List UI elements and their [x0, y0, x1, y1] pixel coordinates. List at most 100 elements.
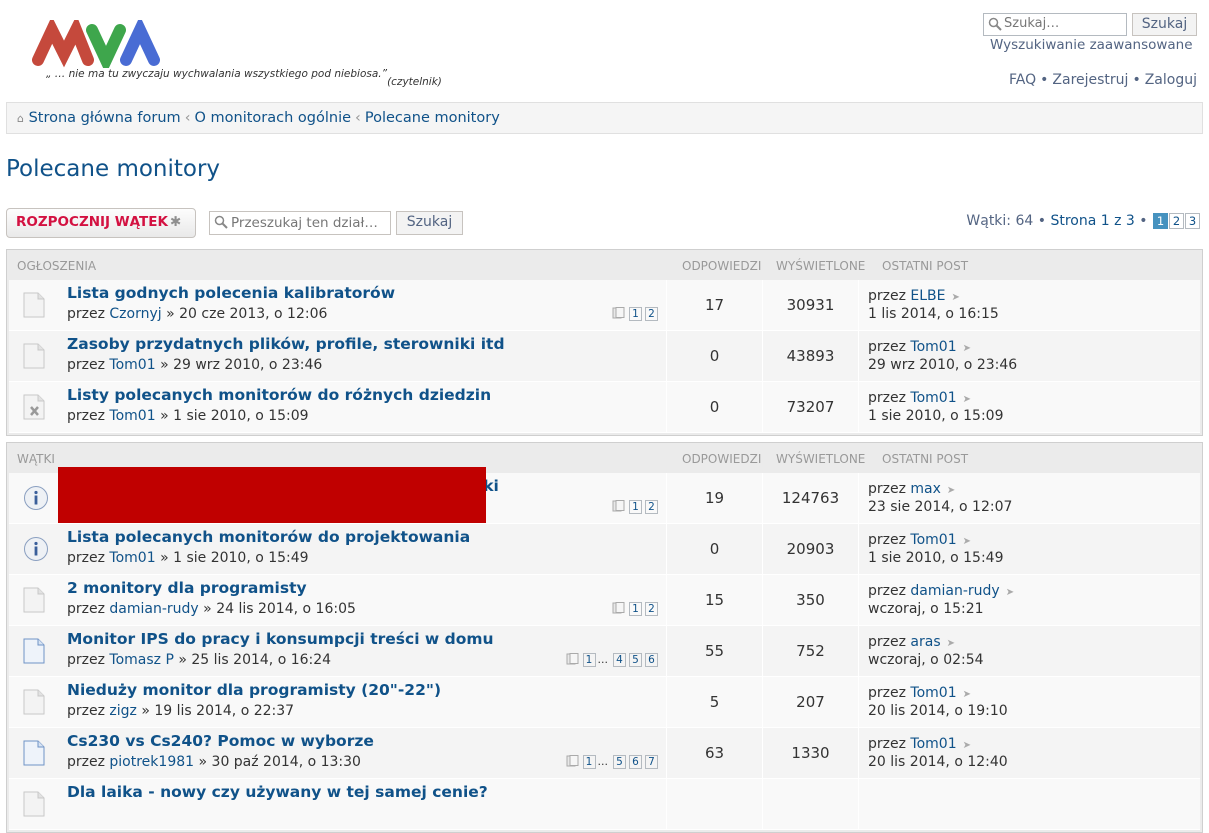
site-logo[interactable]	[30, 20, 170, 68]
document-blue-icon	[23, 740, 45, 770]
new-topic-button[interactable]: ROZPOCZNIJ WĄTEK ✱	[6, 208, 196, 238]
go-to-last-post-icon[interactable]: ➤	[963, 689, 971, 700]
topic-meta: przez Czornyj » 20 cze 2013, o 12:06	[67, 306, 328, 322]
topic-author-link[interactable]: Tom01	[109, 408, 155, 424]
topic-page-link[interactable]: 1	[629, 602, 642, 616]
last-post-author-link[interactable]: Tom01	[910, 339, 956, 355]
topic-page-link[interactable]: 1	[582, 755, 596, 769]
login-link[interactable]: Zaloguj	[1145, 72, 1197, 88]
document-blue-icon	[23, 638, 45, 668]
go-to-last-post-icon[interactable]: ➤	[963, 394, 971, 405]
breadcrumb-category[interactable]: O monitorach ogólnie	[195, 110, 352, 126]
last-post-author-link[interactable]: aras	[910, 634, 940, 650]
topic-author-link[interactable]: Tom01	[109, 357, 155, 373]
topic-title-link[interactable]: Dla laika - nowy czy używany w tej samej…	[67, 783, 488, 801]
topic-meta: przez Tomasz P » 25 lis 2014, o 16:24	[67, 652, 332, 668]
advanced-search-link[interactable]: Wyszukiwanie zaawansowane	[990, 37, 1193, 53]
last-post-author-link[interactable]: ELBE	[910, 288, 945, 304]
go-to-last-post-icon[interactable]: ➤	[952, 292, 960, 303]
topic-row: Nieduży monitor dla programisty (20"-22"…	[9, 677, 1200, 728]
topic-author-link[interactable]: zigz	[109, 703, 136, 719]
last-post: przez aras ➤ wczoraj, o 02:54	[858, 626, 984, 676]
document-icon	[23, 791, 45, 821]
topic-title-link[interactable]: Lista polecanych monitorów do projektowa…	[67, 528, 470, 546]
document-icon	[23, 587, 45, 617]
last-post-author-link[interactable]: max	[910, 481, 941, 497]
last-post-column-header: OSTATNI POST	[882, 259, 969, 273]
page-title[interactable]: Polecane monitory	[6, 156, 220, 182]
replies-count: 15	[666, 575, 762, 625]
document-icon	[23, 689, 45, 719]
topic-page-link[interactable]: 1	[629, 307, 642, 321]
tagline-source: (czytelnik)	[387, 76, 442, 88]
faq-link[interactable]: FAQ	[1009, 72, 1036, 88]
go-to-last-post-icon[interactable]: ➤	[947, 485, 955, 496]
page-jump-link[interactable]: Strona 1 z 3	[1050, 213, 1134, 229]
go-to-last-post-icon[interactable]: ➤	[947, 638, 955, 649]
topic-page-link[interactable]: 5	[613, 755, 626, 769]
go-to-last-post-icon[interactable]: ➤	[963, 536, 971, 547]
site-search-button[interactable]: Szukaj	[1132, 13, 1197, 36]
topic-title-link[interactable]: Zasoby przydatnych plików, profile, ster…	[67, 335, 505, 353]
last-post: przez Tom01 ➤ 29 wrz 2010, o 23:46	[858, 331, 1017, 381]
topics-heading: WĄTKI	[17, 452, 55, 466]
topic-title-link[interactable]: Lista godnych polecenia kalibratorów	[67, 284, 395, 302]
topic-title-link[interactable]: Monitor IPS do pracy i konsumpcji treści…	[67, 630, 494, 648]
views-count: 1330	[762, 728, 858, 778]
breadcrumb-home[interactable]: Strona główna forum	[29, 110, 181, 126]
forum-search-button[interactable]: Szukaj	[396, 211, 463, 235]
go-to-last-post-icon[interactable]: ➤	[963, 740, 971, 751]
topic-page-link[interactable]: 4	[613, 653, 626, 667]
topic-page-link[interactable]: 2	[645, 500, 658, 514]
site-search-input[interactable]: Szukaj…	[983, 13, 1127, 36]
search-icon	[214, 215, 228, 229]
last-post-author-link[interactable]: Tom01	[910, 532, 956, 548]
topic-author-link[interactable]: piotrek1981	[109, 754, 194, 770]
topic-author-link[interactable]: Czornyj	[109, 306, 161, 322]
last-post-column-header: OSTATNI POST	[882, 452, 969, 466]
topic-title-link[interactable]: Listy polecanych monitorów do różnych dz…	[67, 386, 491, 404]
last-post-author-link[interactable]: Tom01	[910, 736, 956, 752]
replies-count: 63	[666, 728, 762, 778]
forum-search-input[interactable]: Przeszukaj ten dział…	[209, 211, 391, 235]
topic-author-link[interactable]: Tomasz P	[109, 652, 174, 668]
replies-count: 0	[666, 331, 762, 381]
last-post-author-link[interactable]: Tom01	[910, 685, 956, 701]
topic-title-link[interactable]: Nieduży monitor dla programisty (20"-22"…	[67, 681, 441, 699]
topic-title-link[interactable]: Cs230 vs Cs240? Pomoc w wyborze	[67, 732, 374, 750]
page-1-button[interactable]: 1	[1153, 213, 1168, 229]
topic-page-link[interactable]: 1	[582, 653, 596, 667]
replies-column-header: ODPOWIEDZI	[682, 259, 762, 273]
go-to-last-post-icon[interactable]: ➤	[1006, 587, 1014, 598]
topic-page-link[interactable]: 5	[629, 653, 642, 667]
topic-page-link[interactable]: 7	[645, 755, 658, 769]
topic-page-link[interactable]: 6	[629, 755, 642, 769]
page-3-button[interactable]: 3	[1185, 213, 1200, 229]
topic-author-link[interactable]: Tom01	[109, 550, 155, 566]
topic-page-link[interactable]: 6	[645, 653, 658, 667]
last-post: przez damian-rudy ➤ wczoraj, o 15:21	[858, 575, 1014, 625]
last-post-author-link[interactable]: damian-rudy	[910, 583, 999, 599]
breadcrumb-forum[interactable]: Polecane monitory	[365, 110, 500, 126]
views-count: 20903	[762, 524, 858, 574]
register-link[interactable]: Zarejestruj	[1052, 72, 1128, 88]
topic-author-link[interactable]: damian-rudy	[109, 601, 198, 617]
last-post: przez max ➤ 23 sie 2014, o 12:07	[858, 473, 1012, 523]
views-count: 73207	[762, 382, 858, 432]
announcements-block: OGŁOSZENIA ODPOWIEDZI WYŚWIETLONE OSTATN…	[6, 249, 1203, 436]
topic-page-link[interactable]: 1	[629, 500, 642, 514]
locked-document-icon	[23, 394, 45, 424]
announcements-heading: OGŁOSZENIA	[17, 259, 97, 273]
go-to-last-post-icon[interactable]: ➤	[963, 343, 971, 354]
last-post-author-link[interactable]: Tom01	[910, 390, 956, 406]
topic-meta: przez zigz » 19 lis 2014, o 22:37	[67, 703, 295, 719]
views-count: 350	[762, 575, 858, 625]
replies-column-header: ODPOWIEDZI	[682, 452, 762, 466]
topic-page-link[interactable]: 2	[645, 307, 658, 321]
replies-count	[666, 779, 762, 829]
topic-title-link[interactable]: 2 monitory dla programisty	[67, 579, 307, 597]
replies-count: 17	[666, 280, 762, 330]
last-post: przez Tom01 ➤ 20 lis 2014, o 19:10	[858, 677, 1008, 727]
page-2-button[interactable]: 2	[1169, 213, 1184, 229]
topic-page-link[interactable]: 2	[645, 602, 658, 616]
